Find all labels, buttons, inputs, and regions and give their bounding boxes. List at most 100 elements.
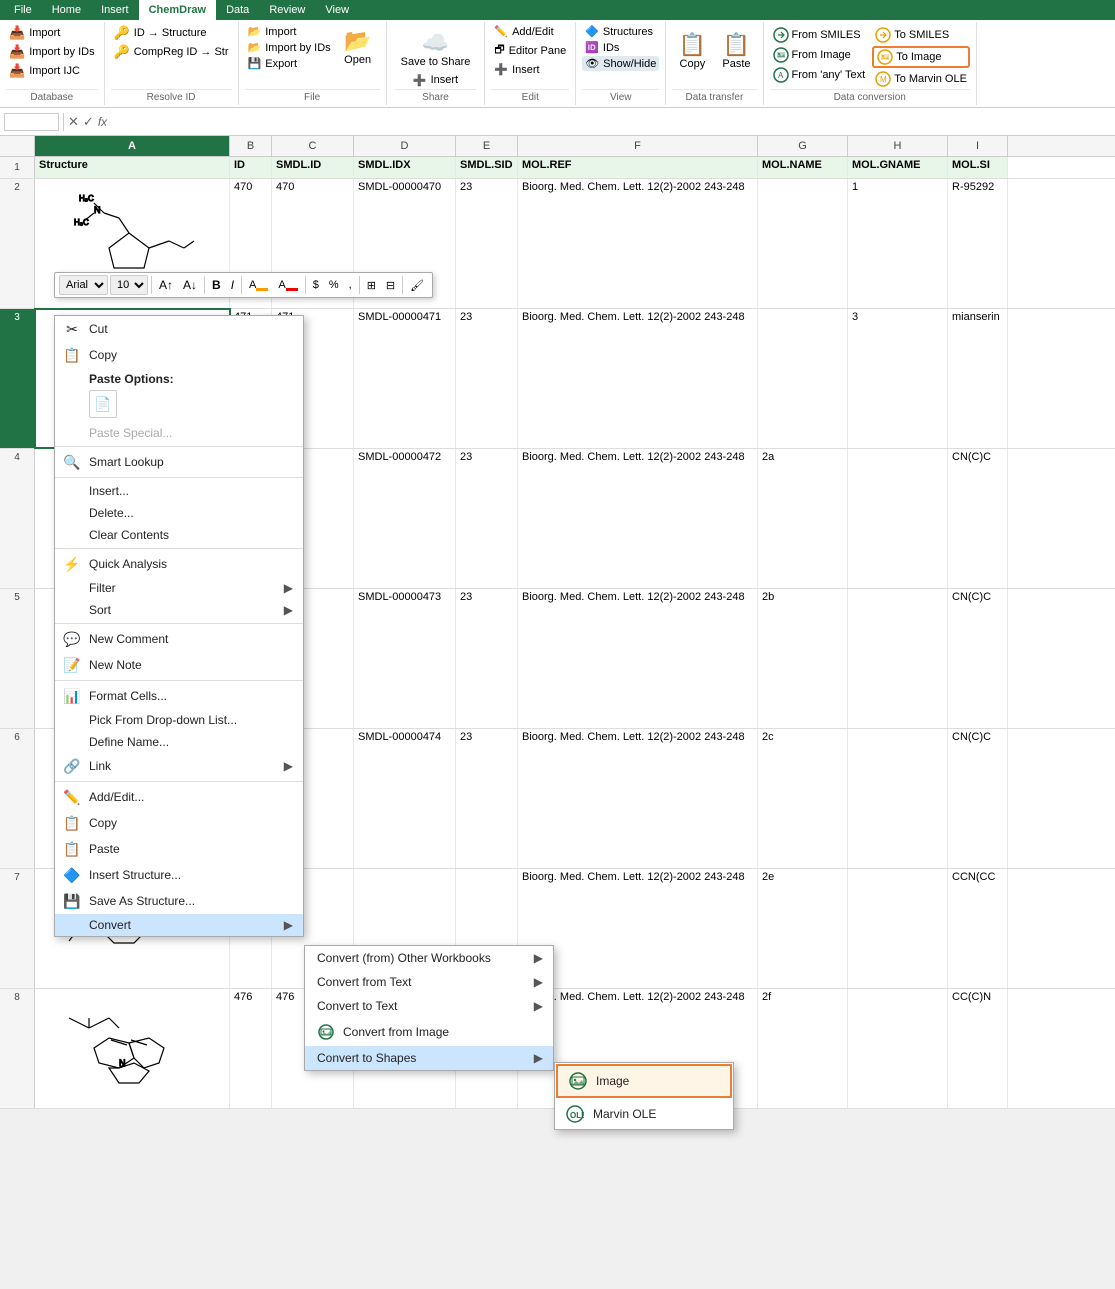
- ctx-shape-image[interactable]: Image: [556, 1064, 732, 1098]
- fmt-borders[interactable]: ⊞: [363, 278, 380, 293]
- fx-icon[interactable]: fx: [98, 115, 107, 129]
- ctx-convert[interactable]: Convert ▶: [55, 914, 303, 936]
- cell-3-D[interactable]: SMDL-00000471: [354, 309, 456, 448]
- cell-4-H[interactable]: [848, 449, 948, 588]
- font-size-select[interactable]: 10: [110, 275, 148, 295]
- ctx-cut[interactable]: ✂ Cut: [55, 316, 303, 342]
- btn-import-ijc[interactable]: 📥 Import IJC: [6, 62, 98, 80]
- row-num-4[interactable]: 4: [0, 449, 35, 588]
- ctx-clear-contents[interactable]: Clear Contents: [55, 524, 303, 546]
- cell-7-F[interactable]: Bioorg. Med. Chem. Lett. 12(2)-2002 243-…: [518, 869, 758, 988]
- cell-1-C[interactable]: SMDL.ID: [272, 157, 354, 178]
- cell-6-I[interactable]: CN(C)C: [948, 729, 1008, 868]
- cell-1-E[interactable]: SMDL.SID: [456, 157, 518, 178]
- btn-import-by-ids[interactable]: 📥 Import by IDs: [6, 43, 98, 61]
- fmt-comma[interactable]: ,: [345, 278, 356, 292]
- fmt-dollar[interactable]: $: [309, 278, 323, 292]
- ctx-insert[interactable]: Insert...: [55, 480, 303, 502]
- ctx-convert-to-shapes[interactable]: Convert to Shapes ▶: [305, 1046, 553, 1070]
- col-header-F[interactable]: F: [518, 136, 758, 156]
- row-num-6[interactable]: 6: [0, 729, 35, 868]
- cell-8-A[interactable]: N: [35, 989, 230, 1108]
- cell-3-I[interactable]: mianserin: [948, 309, 1008, 448]
- btn-from-image[interactable]: From Image: [770, 46, 869, 64]
- ctx-quick-analysis[interactable]: ⚡ Quick Analysis: [55, 551, 303, 577]
- ctx-convert-to-text[interactable]: Convert to Text ▶: [305, 994, 553, 1018]
- cell-ref-input[interactable]: A3: [4, 113, 59, 131]
- cell-7-H[interactable]: [848, 869, 948, 988]
- cell-2-I[interactable]: R-95292: [948, 179, 1008, 308]
- col-header-I[interactable]: I: [948, 136, 1008, 156]
- ctx-insert-structure[interactable]: 🔷 Insert Structure...: [55, 862, 303, 888]
- btn-structures[interactable]: 🔷 Structures: [582, 24, 659, 39]
- cell-5-F[interactable]: Bioorg. Med. Chem. Lett. 12(2)-2002 243-…: [518, 589, 758, 728]
- cell-5-D[interactable]: SMDL-00000473: [354, 589, 456, 728]
- cell-6-G[interactable]: 2c: [758, 729, 848, 868]
- btn-save-to-share[interactable]: ☁️ Save to Share: [395, 26, 477, 72]
- cell-1-B[interactable]: ID: [230, 157, 272, 178]
- cell-8-G[interactable]: 2f: [758, 989, 848, 1108]
- btn-to-image[interactable]: To Image: [872, 46, 970, 68]
- cell-7-I[interactable]: CCN(CC: [948, 869, 1008, 988]
- ctx-convert-from-text[interactable]: Convert from Text ▶: [305, 970, 553, 994]
- ctx-define-name[interactable]: Define Name...: [55, 731, 303, 753]
- cancel-formula-icon[interactable]: ✕: [68, 114, 79, 130]
- ribbon-tab-home[interactable]: Home: [42, 0, 91, 20]
- cell-3-H[interactable]: 3: [848, 309, 948, 448]
- btn-import[interactable]: 📥 Import: [6, 24, 98, 42]
- btn-file-import-ids[interactable]: 📂 Import by IDs: [245, 40, 334, 55]
- cell-3-G[interactable]: [758, 309, 848, 448]
- cell-1-D[interactable]: SMDL.IDX: [354, 157, 456, 178]
- btn-to-smiles[interactable]: To SMILES: [872, 26, 970, 44]
- cell-4-E[interactable]: 23: [456, 449, 518, 588]
- fmt-merge[interactable]: ⊟: [382, 278, 399, 293]
- btn-to-marvin-ole[interactable]: M To Marvin OLE: [872, 70, 970, 88]
- cell-1-H[interactable]: MOL.GNAME: [848, 157, 948, 178]
- row-num-1[interactable]: 1: [0, 157, 35, 178]
- ctx-filter[interactable]: Filter ▶: [55, 577, 303, 599]
- ribbon-tab-data[interactable]: Data: [216, 0, 259, 20]
- ctx-format-cells[interactable]: 📊 Format Cells...: [55, 683, 303, 709]
- btn-from-any-text[interactable]: A From 'any' Text: [770, 66, 869, 84]
- cell-1-I[interactable]: MOL.SI: [948, 157, 1008, 178]
- row-num-8[interactable]: 8: [0, 989, 35, 1108]
- row-num-2[interactable]: 2: [0, 179, 35, 308]
- cell-2-F[interactable]: Bioorg. Med. Chem. Lett. 12(2)-2002 243-…: [518, 179, 758, 308]
- ribbon-tab-insert[interactable]: Insert: [91, 0, 139, 20]
- btn-compreg-id[interactable]: 🔑 CompReg ID → Str: [111, 43, 232, 61]
- ribbon-tab-chemdraw[interactable]: ChemDraw: [139, 0, 216, 20]
- ctx-paste2[interactable]: 📋 Paste: [55, 836, 303, 862]
- cell-4-I[interactable]: CN(C)C: [948, 449, 1008, 588]
- cell-5-I[interactable]: CN(C)C: [948, 589, 1008, 728]
- ctx-copy[interactable]: 📋 Copy: [55, 342, 303, 368]
- btn-edit-insert[interactable]: ➕ Insert: [491, 62, 569, 77]
- fmt-decrease-size[interactable]: A↓: [179, 277, 201, 293]
- ctx-convert-other-workbooks[interactable]: Convert (from) Other Workbooks ▶: [305, 946, 553, 970]
- ctx-link[interactable]: 🔗 Link ▶: [55, 753, 303, 779]
- col-header-B[interactable]: B: [230, 136, 272, 156]
- ctx-save-as-structure[interactable]: 💾 Save As Structure...: [55, 888, 303, 914]
- cell-1-A[interactable]: Structure: [35, 157, 230, 178]
- ctx-add-edit[interactable]: ✏️ Add/Edit...: [55, 784, 303, 810]
- fmt-italic[interactable]: I: [227, 277, 238, 293]
- ribbon-tab-file[interactable]: File: [4, 0, 42, 20]
- btn-open[interactable]: 📂 Open: [336, 24, 380, 70]
- cell-1-G[interactable]: MOL.NAME: [758, 157, 848, 178]
- btn-file-export[interactable]: 💾 Export: [245, 56, 334, 71]
- ctx-pick-dropdown[interactable]: Pick From Drop-down List...: [55, 709, 303, 731]
- confirm-formula-icon[interactable]: ✓: [83, 114, 94, 130]
- formula-input[interactable]: =JCSYSStructure("2F78678B720F7DD161F0E11…: [111, 115, 1111, 128]
- col-header-C[interactable]: C: [272, 136, 354, 156]
- btn-id-structure[interactable]: 🔑 ID → Structure: [111, 24, 232, 42]
- col-header-E[interactable]: E: [456, 136, 518, 156]
- cell-4-D[interactable]: SMDL-00000472: [354, 449, 456, 588]
- col-header-G[interactable]: G: [758, 136, 848, 156]
- cell-5-G[interactable]: 2b: [758, 589, 848, 728]
- fmt-percent[interactable]: %: [325, 278, 343, 292]
- btn-add-edit[interactable]: ✏️ Add/Edit: [491, 24, 569, 39]
- ctx-copy2[interactable]: 📋 Copy: [55, 810, 303, 836]
- cell-3-F[interactable]: Bioorg. Med. Chem. Lett. 12(2)-2002 243-…: [518, 309, 758, 448]
- cell-8-B[interactable]: 476: [230, 989, 272, 1108]
- paste-option-1[interactable]: 📄: [89, 390, 117, 418]
- cell-5-E[interactable]: 23: [456, 589, 518, 728]
